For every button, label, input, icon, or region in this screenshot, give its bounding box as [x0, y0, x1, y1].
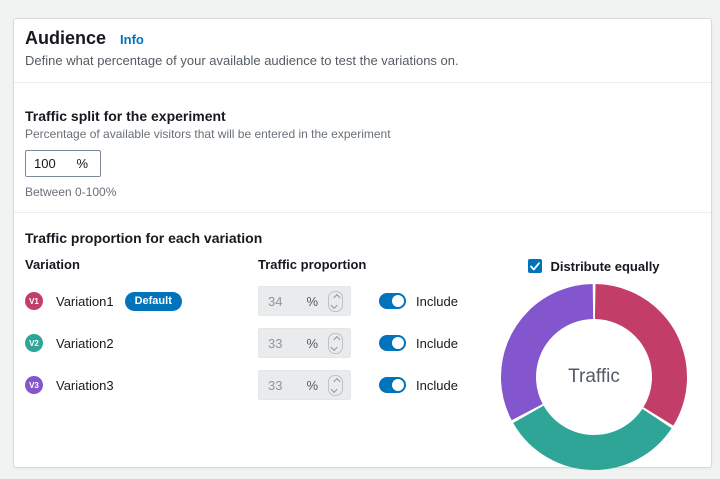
variation3-badge: V3 [25, 376, 43, 394]
column-header-variation: Variation [25, 257, 80, 272]
table-row-variation3-include: Include [379, 377, 488, 393]
chevron-up-icon [333, 293, 341, 301]
traffic-split-section: Traffic split for the experiment Percent… [14, 83, 711, 212]
table-row-variation1-name: V1 Variation1 Default [25, 291, 258, 311]
table-row-variation2-name: V2 Variation2 [25, 334, 258, 352]
panel-description: Define what percentage of your available… [25, 53, 459, 68]
toggle-knob [392, 337, 404, 349]
traffic-split-unit: % [76, 156, 88, 171]
proportion-input[interactable] [268, 335, 294, 351]
checkmark-icon [530, 261, 541, 270]
table-row-variation3-name: V3 Variation3 [25, 376, 258, 394]
table-row-variation1-proportion: % [258, 286, 368, 316]
variation-name: Variation1 [56, 293, 114, 309]
variation-table: Variation Traffic proportion V1 Variatio… [25, 257, 488, 472]
default-badge: Default [124, 291, 182, 311]
traffic-split-title: Traffic split for the experiment [25, 108, 226, 124]
traffic-chart-column: Distribute equally Traffic [488, 257, 700, 472]
include-label: Include [416, 335, 458, 351]
column-header-traffic-proportion: Traffic proportion [258, 257, 367, 272]
toggle-knob [392, 295, 404, 307]
include-toggle[interactable] [379, 377, 406, 393]
distribute-equally-row: Distribute equally [528, 257, 660, 275]
variation-name: Variation3 [56, 377, 114, 393]
variation2-badge: V2 [25, 334, 43, 352]
traffic-donut-chart: Traffic [499, 282, 689, 472]
panel-header: Audience Info Define what percentage of … [14, 19, 711, 82]
chevron-down-icon [330, 385, 338, 393]
page-title: Audience [25, 28, 107, 48]
include-toggle[interactable] [379, 293, 406, 309]
chevron-down-icon [330, 301, 338, 309]
proportion-unit: % [306, 335, 318, 351]
chevron-down-icon [330, 343, 338, 351]
traffic-split-description: Percentage of available visitors that wi… [25, 127, 391, 141]
proportion-input[interactable] [268, 293, 294, 309]
traffic-split-input[interactable] [34, 156, 68, 171]
table-row-variation1-include: Include [379, 293, 488, 309]
table-row-variation3-proportion: % [258, 370, 368, 400]
number-stepper[interactable] [328, 374, 343, 396]
chevron-up-icon [333, 377, 341, 385]
table-row-variation2-include: Include [379, 335, 488, 351]
traffic-split-constraint: Between 0-100% [25, 185, 117, 199]
traffic-proportion-title: Traffic proportion for each variation [25, 230, 263, 246]
toggle-knob [392, 379, 404, 391]
proportion-unit: % [306, 377, 318, 393]
proportion-unit: % [306, 293, 318, 309]
include-label: Include [416, 377, 458, 393]
variation-name: Variation2 [56, 335, 114, 351]
traffic-proportion-section: Traffic proportion for each variation Va… [14, 213, 711, 472]
include-label: Include [416, 293, 458, 309]
distribute-equally-label: Distribute equally [550, 258, 660, 274]
chevron-up-icon [333, 335, 341, 343]
traffic-split-field: % [25, 150, 101, 177]
number-stepper[interactable] [328, 290, 343, 312]
donut-svg [501, 284, 687, 470]
proportion-field: % [258, 328, 351, 358]
distribute-equally-checkbox[interactable] [528, 259, 543, 273]
info-link[interactable]: Info [120, 32, 144, 47]
table-row-variation2-proportion: % [258, 328, 368, 358]
proportion-field: % [258, 286, 351, 316]
include-toggle[interactable] [379, 335, 406, 351]
audience-panel: Audience Info Define what percentage of … [13, 18, 712, 470]
proportion-input[interactable] [268, 377, 294, 393]
proportion-field: % [258, 370, 351, 400]
number-stepper[interactable] [328, 332, 343, 354]
variation1-badge: V1 [25, 292, 43, 310]
